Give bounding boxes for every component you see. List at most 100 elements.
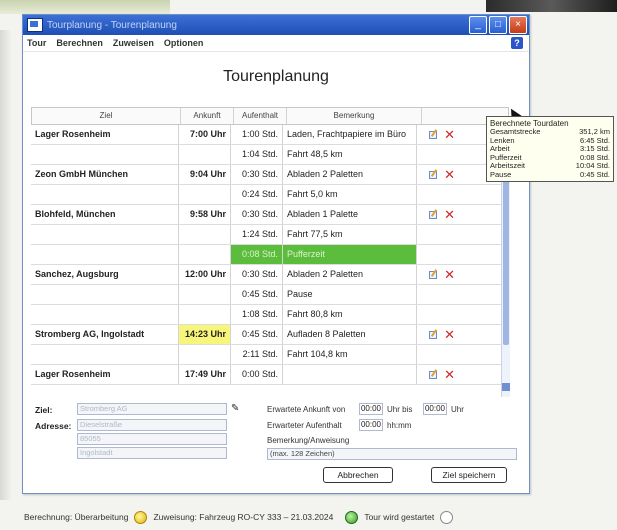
- scroll-down-button[interactable]: [502, 383, 510, 391]
- tourdaten-tooltip: Berechnete Tourdaten Gesamtstrecke 351,2 …: [486, 116, 614, 182]
- cell-ziel: Lager Rosenheim: [31, 125, 179, 144]
- aufenthalt-input[interactable]: 00:00: [359, 419, 383, 431]
- cell-ziel: Blohfeld, München: [31, 205, 179, 224]
- row-actions: ✕: [417, 205, 461, 224]
- column-header-ziel[interactable]: Ziel: [32, 108, 181, 124]
- table-row-stop[interactable]: Stromberg AG, Ingolstadt 14:23 Uhr 0:45 St…: [31, 325, 509, 345]
- edit-icon[interactable]: [429, 130, 438, 139]
- table-body: Lager Rosenheim 7:00 Uhr 1:00 Std. Laden, F…: [31, 125, 509, 385]
- cell-aufenthalt: 2:11 Std.: [231, 345, 283, 364]
- menu-optionen[interactable]: Optionen: [164, 38, 204, 48]
- cell-bemerkung: Fahrt 77,5 km: [283, 225, 417, 244]
- adresse-line1-input[interactable]: Dieselstraße: [77, 419, 227, 431]
- cell-ankunft: [179, 345, 231, 364]
- bemerkung-input[interactable]: (max. 128 Zeichen): [267, 448, 517, 460]
- cell-bemerkung: Fahrt 80,8 km: [283, 305, 417, 324]
- column-header-bemerkung[interactable]: Bemerkung: [287, 108, 422, 124]
- help-icon[interactable]: ?: [511, 37, 523, 49]
- ankunft-von-input[interactable]: 00:00: [359, 403, 383, 415]
- background-photo-strip: [0, 0, 170, 14]
- cell-aufenthalt: 0:08 Std.: [231, 245, 283, 264]
- delete-icon[interactable]: ✕: [444, 328, 455, 341]
- cell-ankunft: 12:00 Uhr: [179, 265, 231, 284]
- edit-icon[interactable]: [429, 170, 438, 179]
- row-actions: ✕: [417, 365, 461, 384]
- table-row-leg[interactable]: 0:08 Std. Pufferzeit: [31, 245, 509, 265]
- edit-form: Ziel: Stromberg AG ✎ Adresse: Dieselstra…: [31, 403, 521, 483]
- ankunft-bis-input[interactable]: 00:00: [423, 403, 447, 415]
- edit-icon[interactable]: [429, 370, 438, 379]
- delete-icon[interactable]: ✕: [444, 128, 455, 141]
- cell-ankunft: [179, 245, 231, 264]
- pencil-icon[interactable]: ✎: [231, 403, 239, 414]
- table-row-stop[interactable]: Lager Rosenheim 7:00 Uhr 1:00 Std. Laden, F…: [31, 125, 509, 145]
- cell-ankunft: 7:00 Uhr: [179, 125, 231, 144]
- table-row-leg[interactable]: 0:45 Std. Pause: [31, 285, 509, 305]
- page-title: Tourenplanung: [223, 68, 329, 85]
- row-actions: ✕: [417, 125, 461, 144]
- tooltip-row: Pause 0:45 Std.: [490, 170, 610, 180]
- row-actions: [417, 245, 461, 264]
- cell-bemerkung: Fahrt 5,0 km: [283, 185, 417, 204]
- cancel-button[interactable]: Abbrechen: [323, 467, 393, 483]
- save-button[interactable]: Ziel speichern: [431, 467, 507, 483]
- cell-ankunft: 9:04 Uhr: [179, 165, 231, 184]
- cell-ziel: [31, 245, 179, 264]
- cell-ankunft: 17:49 Uhr: [179, 365, 231, 384]
- berechnung-status-icon: [134, 510, 148, 524]
- refresh-icon[interactable]: [440, 510, 454, 524]
- cell-ankunft: [179, 185, 231, 204]
- table-row-stop[interactable]: Blohfeld, München 9:58 Uhr 0:30 Std. Ablade…: [31, 205, 509, 225]
- menu-berechnen[interactable]: Berechnen: [56, 38, 103, 48]
- erwarteter-aufenthalt-label: Erwarteter Aufenthalt: [267, 421, 342, 430]
- cell-bemerkung: Laden, Fracht­papiere im Büro: [283, 125, 417, 144]
- menu-zuweisen[interactable]: Zuweisen: [113, 38, 154, 48]
- cell-ankunft: 14:23 Uhr: [179, 325, 231, 344]
- row-actions: ✕: [417, 265, 461, 284]
- close-button[interactable]: ×: [509, 16, 527, 34]
- cell-ankunft: [179, 305, 231, 324]
- table-row-leg[interactable]: 2:11 Std. Fahrt 104,8 km: [31, 345, 509, 365]
- background-edge: [0, 30, 12, 500]
- table-row-stop[interactable]: Zeon GmbH München 9:04 Uhr 0:30 Std. Ablade…: [31, 165, 509, 185]
- row-actions: [417, 305, 461, 324]
- delete-icon[interactable]: ✕: [444, 168, 455, 181]
- edit-icon[interactable]: [429, 270, 438, 279]
- window-title: Tourplanung - Tourenplanung: [47, 19, 177, 31]
- status-bar: Berechnung: Überarbeitung Zuweisung: Fah…: [24, 509, 608, 525]
- adresse-label: Adresse:: [35, 421, 72, 431]
- table-row-stop[interactable]: Sanchez, Augsburg 12:00 Uhr 0:30 Std. Ablad…: [31, 265, 509, 285]
- table-row-leg[interactable]: 1:04 Std. Fahrt 48,5 km: [31, 145, 509, 165]
- maximize-button[interactable]: □: [489, 16, 507, 34]
- cell-bemerkung: [283, 365, 417, 384]
- cell-ziel: Zeon GmbH München: [31, 165, 179, 184]
- table-row-stop[interactable]: Lager Rosenheim 17:49 Uhr 0:00 Std. ✕: [31, 365, 509, 385]
- cell-ankunft: [179, 225, 231, 244]
- row-actions: [417, 285, 461, 304]
- minimize-button[interactable]: _: [469, 16, 487, 34]
- delete-icon[interactable]: ✕: [444, 268, 455, 281]
- edit-icon[interactable]: [429, 210, 438, 219]
- table-row-leg[interactable]: 0:24 Std. Fahrt 5,0 km: [31, 185, 509, 205]
- cell-ankunft: 9:58 Uhr: [179, 205, 231, 224]
- row-actions: [417, 225, 461, 244]
- column-header-aufenthalt[interactable]: Aufenthalt: [234, 108, 287, 124]
- delete-icon[interactable]: ✕: [444, 368, 455, 381]
- cell-aufenthalt: 0:45 Std.: [231, 325, 283, 344]
- ziel-input[interactable]: Stromberg AG: [77, 403, 227, 415]
- edit-icon[interactable]: [429, 330, 438, 339]
- table-row-leg[interactable]: 1:08 Std. Fahrt 80,8 km: [31, 305, 509, 325]
- delete-icon[interactable]: ✕: [444, 208, 455, 221]
- column-header-ankunft[interactable]: Ankunft: [181, 108, 234, 124]
- adresse-line3-input[interactable]: Ingolstadt: [77, 447, 227, 459]
- cell-aufenthalt: 0:30 Std.: [231, 205, 283, 224]
- adresse-line2-input[interactable]: 85055: [77, 433, 227, 445]
- table-row-leg[interactable]: 1:24 Std. Fahrt 77,5 km: [31, 225, 509, 245]
- menu-tour[interactable]: Tour: [27, 38, 46, 48]
- erwartete-ankunft-label: Erwartete Ankunft von: [267, 405, 346, 414]
- uhr-bis-label: Uhr bis: [387, 405, 413, 414]
- cell-aufenthalt: 1:04 Std.: [231, 145, 283, 164]
- uhr-label: Uhr: [451, 405, 464, 414]
- cell-aufenthalt: 0:45 Std.: [231, 285, 283, 304]
- cell-bemerkung: Pufferzeit: [283, 245, 417, 264]
